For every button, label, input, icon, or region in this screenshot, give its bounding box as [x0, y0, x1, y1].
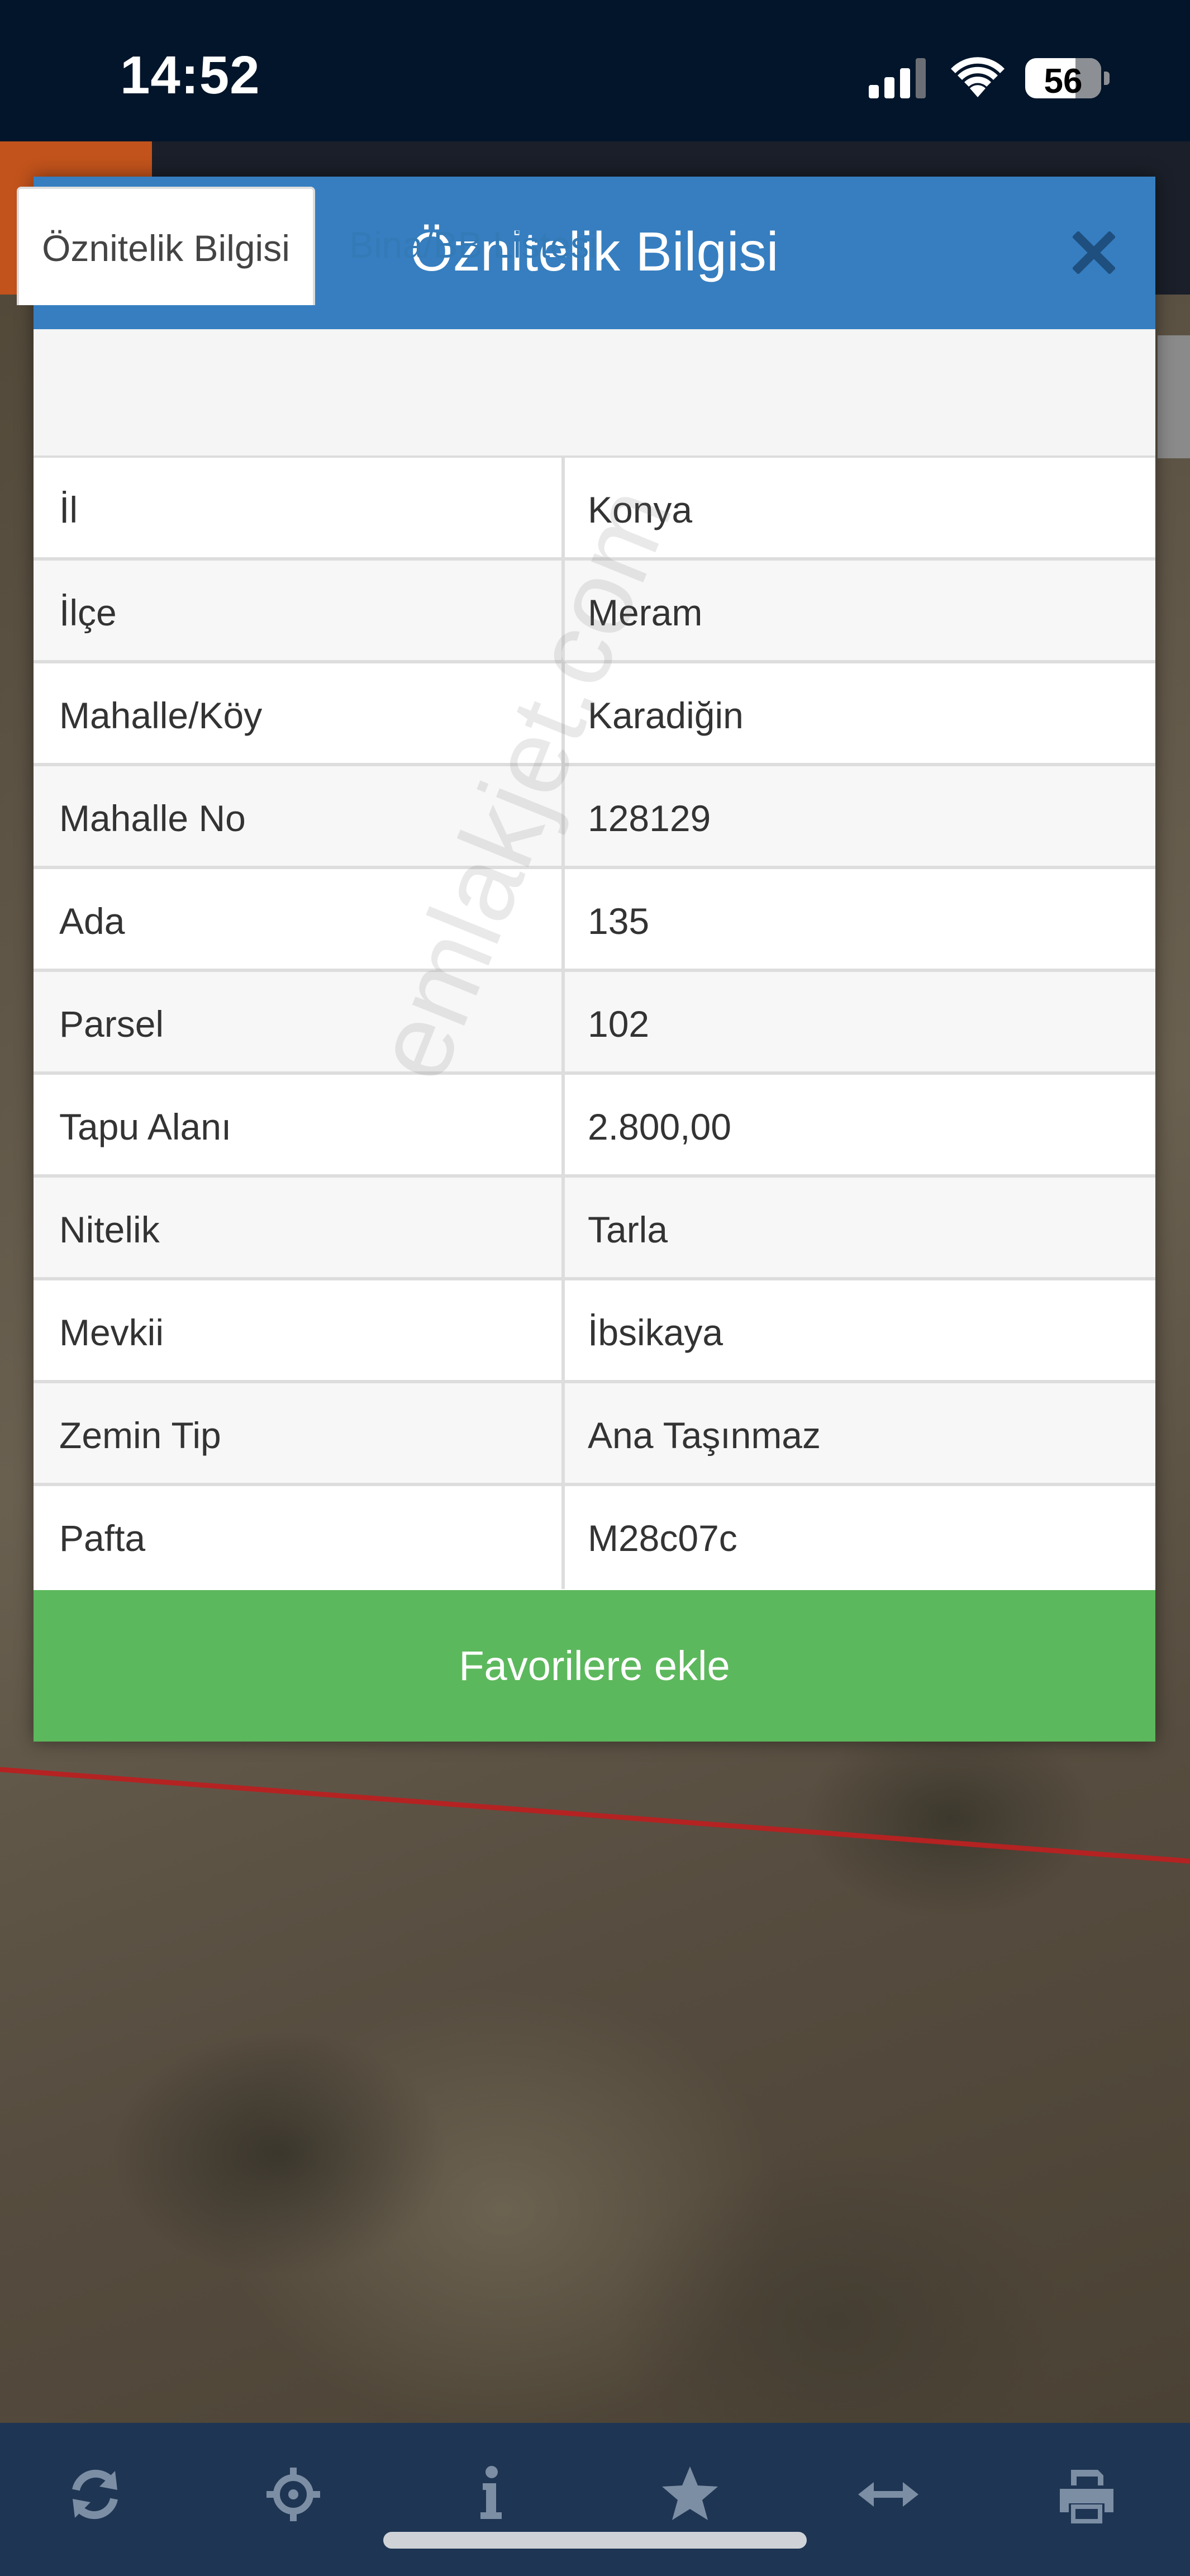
table-row: İlçe Meram [34, 561, 1155, 663]
row-key: İl [59, 489, 78, 530]
tab-attribute-info[interactable]: Öznitelik Bilgisi [17, 187, 315, 305]
row-value: İbsikaya [588, 1312, 723, 1353]
table-row: Ada 135 [34, 869, 1155, 972]
table-row: Zemin Tip Ana Taşınmaz [34, 1383, 1155, 1486]
info-icon[interactable] [457, 2461, 524, 2528]
wifi-icon [951, 57, 1005, 97]
table-row: İl Konya [34, 458, 1155, 561]
map-scrollbar[interactable] [1158, 335, 1190, 458]
row-value: Ana Taşınmaz [588, 1415, 821, 1456]
table-row: Mevkii İbsikaya [34, 1280, 1155, 1383]
close-icon[interactable] [1073, 231, 1115, 274]
table-row: Mahalle/Köy Karadiğin [34, 663, 1155, 766]
cellular-signal-icon [869, 58, 926, 98]
bottom-toolbar [0, 2423, 1190, 2576]
row-value: Karadiğin [588, 695, 744, 736]
row-value: Konya [588, 489, 693, 530]
row-key: Mahalle No [59, 798, 246, 839]
table-row: Parsel 102 [34, 972, 1155, 1075]
row-key: Ada [59, 900, 125, 942]
battery-icon: 56 [1025, 58, 1101, 98]
tab-attribute-info-label: Öznitelik Bilgisi [42, 227, 290, 269]
table-row: Tapu Alanı 2.800,00 [34, 1075, 1155, 1178]
row-key: Mahalle/Köy [59, 695, 263, 736]
tab-strip [34, 329, 1155, 458]
row-key: Nitelik [59, 1209, 160, 1250]
refresh-icon[interactable] [61, 2461, 128, 2528]
home-indicator[interactable] [383, 2532, 807, 2549]
row-key: İlçe [59, 592, 117, 633]
attribute-table: İl Konya İlçe Meram Mahalle/Köy Karadiği… [34, 458, 1155, 1589]
row-value: M28c07c [588, 1517, 737, 1559]
row-key: Mevkii [59, 1312, 164, 1353]
row-key: Zemin Tip [59, 1415, 221, 1456]
row-value: Tarla [588, 1209, 668, 1250]
row-value: Meram [588, 592, 703, 633]
table-row: Nitelik Tarla [34, 1178, 1155, 1280]
battery-nub [1104, 72, 1110, 85]
tab-building-list[interactable]: Bina/BB Listesi [349, 224, 597, 266]
row-value: 135 [588, 900, 650, 942]
row-key: Pafta [59, 1517, 146, 1559]
star-icon[interactable] [656, 2461, 723, 2528]
row-value: 128129 [588, 798, 711, 839]
row-key: Tapu Alanı [59, 1106, 232, 1147]
status-bar: 14:52 56 [0, 0, 1190, 141]
locate-crosshair-icon[interactable] [260, 2461, 327, 2528]
status-time: 14:52 [120, 45, 260, 105]
print-icon[interactable] [1053, 2461, 1120, 2528]
row-key: Parsel [59, 1003, 164, 1045]
parcel-boundary-line [0, 1767, 1190, 1864]
row-value: 102 [588, 1003, 650, 1045]
row-value: 2.800,00 [588, 1106, 731, 1147]
battery-level: 56 [1044, 62, 1083, 98]
table-row: Mahalle No 128129 [34, 766, 1155, 869]
add-to-favorites-button[interactable]: Favorilere ekle [34, 1590, 1155, 1742]
measure-arrows-icon[interactable] [855, 2461, 922, 2528]
table-row: Pafta M28c07c [34, 1486, 1155, 1589]
